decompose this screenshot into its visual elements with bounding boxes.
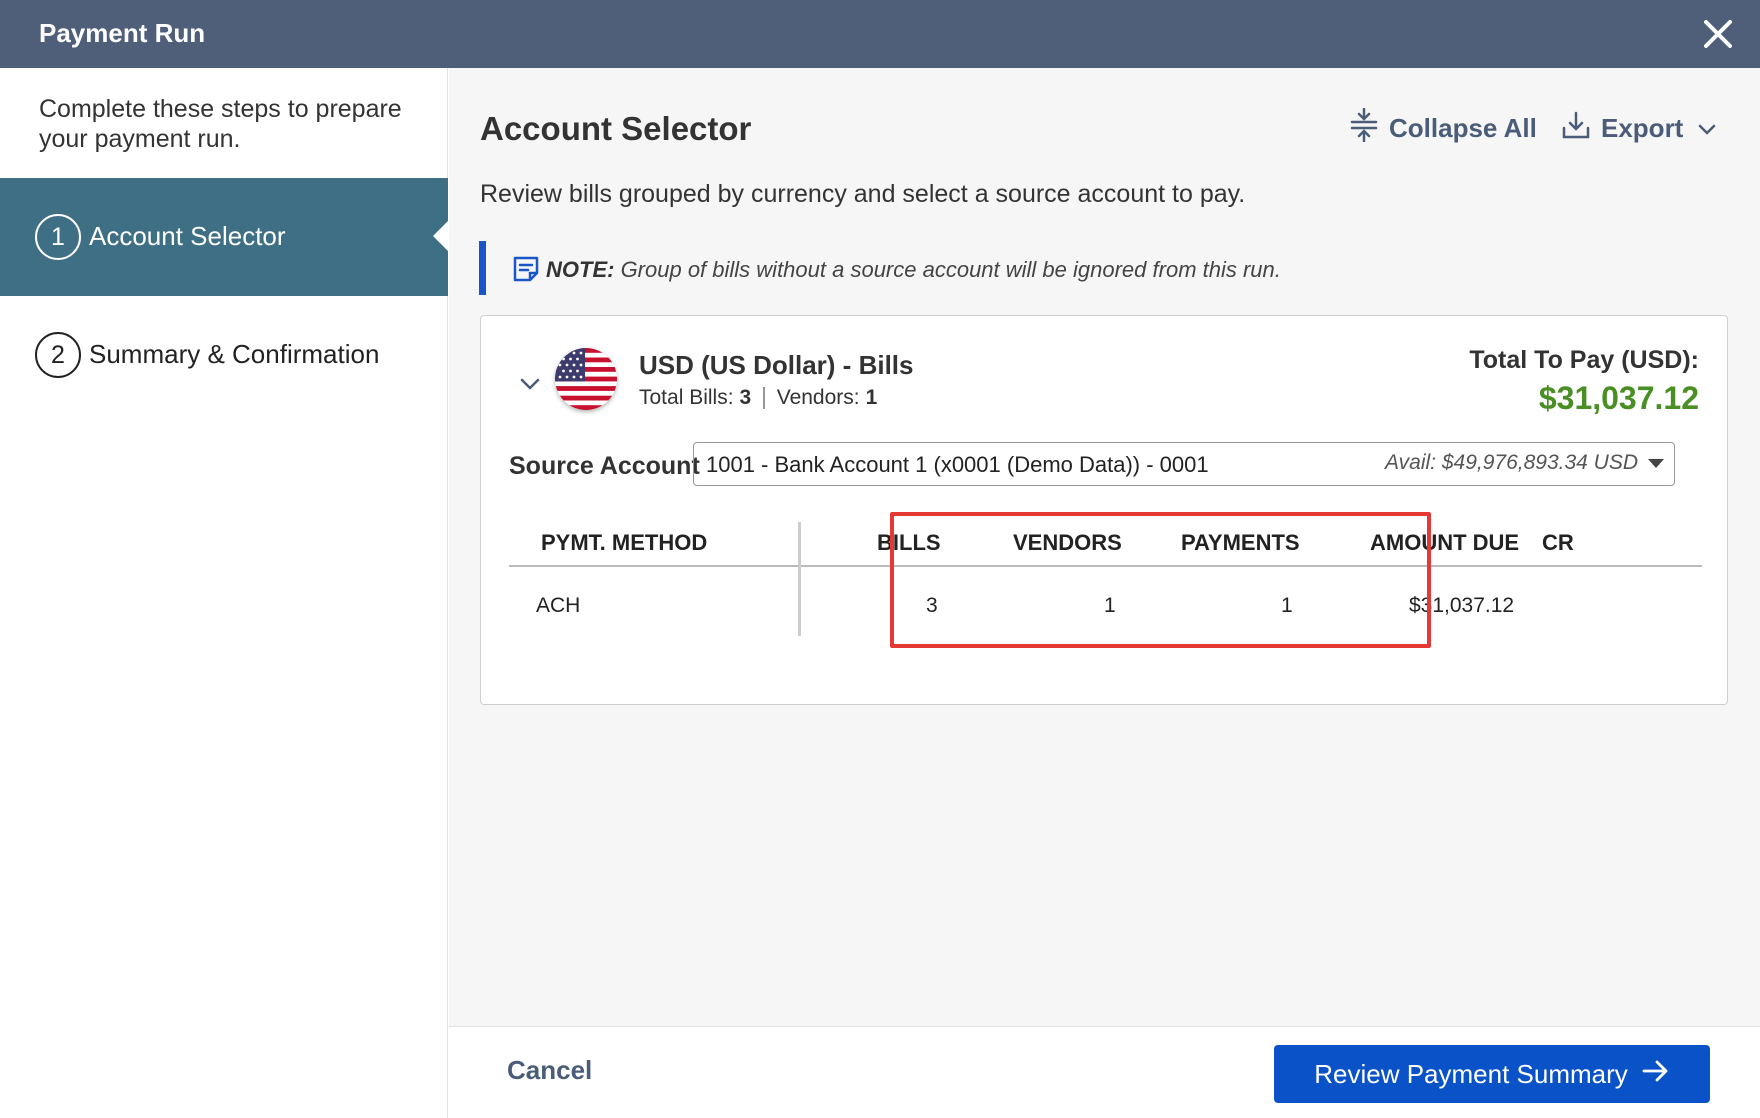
step-number: 2 xyxy=(35,332,81,378)
cancel-button[interactable]: Cancel xyxy=(507,1055,592,1086)
table-header-divider xyxy=(509,565,1702,567)
highlight-box xyxy=(890,512,1431,648)
currency-group-card: USD (US Dollar) - Bills Total Bills: 3 V… xyxy=(480,315,1728,705)
column-header-amount-due: AMOUNT DUE xyxy=(1370,530,1520,555)
column-header-method: PYMT. METHOD xyxy=(541,530,708,555)
note-banner: NOTE: Group of bills without a source ac… xyxy=(479,241,1379,295)
note-icon xyxy=(512,255,540,288)
us-flag-icon xyxy=(555,348,617,410)
active-step-indicator xyxy=(433,220,449,252)
source-account-label: Source Account xyxy=(509,452,700,480)
page-description: Review bills grouped by currency and sel… xyxy=(480,180,1246,208)
export-label: Export xyxy=(1601,112,1684,143)
total-bills-label: Total Bills: xyxy=(639,386,734,409)
collapse-all-button[interactable]: Collapse All xyxy=(1349,107,1537,149)
primary-button-label: Review Payment Summary xyxy=(1314,1058,1628,1089)
currency-group-meta: Total Bills: 3 Vendors: 1 xyxy=(639,386,877,410)
note-prefix: NOTE: xyxy=(546,257,615,282)
sidebar-intro: Complete these steps to prepare your pay… xyxy=(39,95,402,153)
chevron-down-icon[interactable] xyxy=(519,376,541,397)
step-number: 1 xyxy=(35,214,81,260)
step-summary-confirmation[interactable]: 2 Summary & Confirmation xyxy=(0,296,448,414)
dropdown-arrow-icon xyxy=(1648,459,1664,468)
vendors-value: 1 xyxy=(865,386,878,409)
dialog-title: Payment Run xyxy=(39,18,206,48)
steps-sidebar: Complete these steps to prepare your pay… xyxy=(0,68,449,1118)
cell-bills: 3 xyxy=(926,594,938,617)
total-to-pay-label: Total To Pay (USD): xyxy=(1469,346,1699,374)
step-account-selector[interactable]: 1 Account Selector xyxy=(0,178,449,296)
source-account-value: 1001 - Bank Account 1 (x0001 (Demo Data)… xyxy=(706,452,1209,477)
column-header-bills: BILLS xyxy=(877,530,941,555)
close-icon[interactable] xyxy=(1698,14,1738,54)
page-title: Account Selector xyxy=(480,110,752,147)
currency-group-title: USD (US Dollar) - Bills xyxy=(639,350,914,380)
dialog-titlebar: Payment Run xyxy=(0,0,1760,68)
source-account-select[interactable]: 1001 - Bank Account 1 (x0001 (Demo Data)… xyxy=(693,442,1675,486)
note-body: Group of bills without a source account … xyxy=(614,257,1281,282)
meta-divider xyxy=(763,387,765,409)
total-to-pay-value: $31,037.12 xyxy=(1538,380,1699,416)
cell-method: ACH xyxy=(536,594,581,617)
cell-amount-due: $31,037.12 xyxy=(1409,594,1515,617)
collapse-all-label: Collapse All xyxy=(1389,112,1537,143)
chevron-down-icon xyxy=(1697,113,1727,144)
column-header-vendors: VENDORS xyxy=(1013,530,1122,555)
column-header-payments: PAYMENTS xyxy=(1181,530,1300,555)
total-bills-value: 3 xyxy=(739,386,752,409)
review-payment-summary-button[interactable]: Review Payment Summary xyxy=(1274,1045,1710,1103)
collapse-icon xyxy=(1349,107,1389,149)
step-label: Summary & Confirmation xyxy=(89,339,380,369)
arrow-right-icon xyxy=(1628,1059,1670,1090)
cell-payments: 1 xyxy=(1281,594,1293,617)
dialog-footer: Cancel Review Payment Summary xyxy=(449,1026,1760,1118)
column-header-cr: CR xyxy=(1542,530,1574,555)
download-icon xyxy=(1561,110,1601,147)
main-content: Account Selector Collapse All Export Rev… xyxy=(449,68,1760,1026)
available-balance: Avail: $49,976,893.34 USD xyxy=(1385,451,1638,474)
cell-vendors: 1 xyxy=(1104,594,1116,617)
column-divider xyxy=(798,522,801,636)
vendors-label: Vendors: xyxy=(776,386,860,409)
step-label: Account Selector xyxy=(89,221,286,251)
note-text: NOTE: Group of bills without a source ac… xyxy=(546,257,1281,283)
export-button[interactable]: Export xyxy=(1561,108,1727,148)
